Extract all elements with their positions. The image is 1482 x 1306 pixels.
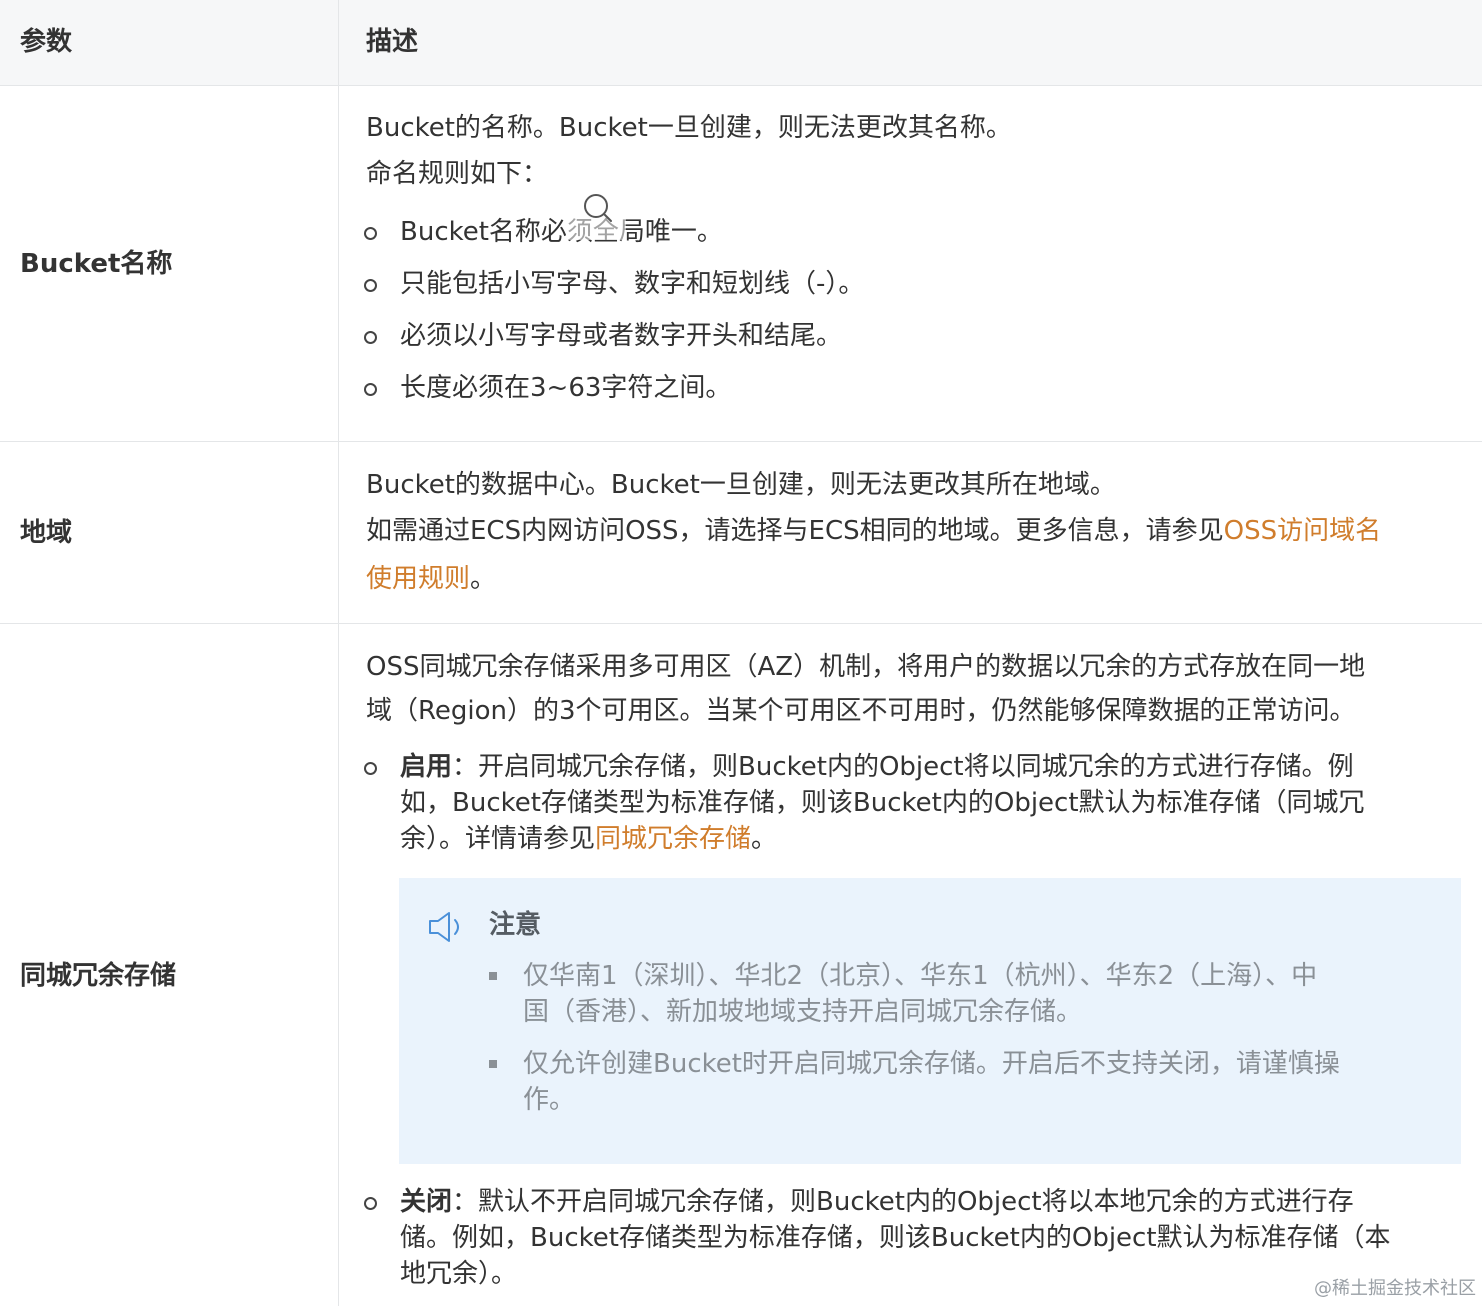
speaker-icon	[427, 910, 467, 944]
desc-text: 域（Region）的3个可用区。当某个可用区不可用时，仍然能够保障数据的正常访问…	[366, 696, 1356, 726]
list-item-cont: 地冗余）。	[400, 1259, 518, 1289]
watermark: @稀土掘金技术社区	[1314, 1278, 1476, 1299]
desc-text: 命名规则如下：	[366, 159, 549, 189]
desc-text: 如需通过ECS内网访问OSS，请选择与ECS相同的地域。更多信息，请参见OSS访…	[366, 516, 1382, 546]
note-item: 仅允许创建Bucket时开启同城冗余存储。开启后不支持关闭，请谨慎操	[523, 1049, 1340, 1079]
list-bullet	[364, 383, 377, 396]
note-item: 仅华南1（深圳）、华北2（北京）、华东1（杭州）、华东2（上海）、中	[523, 961, 1318, 991]
header-param: 参数	[20, 27, 73, 57]
oss-domain-link[interactable]: OSS访问域名	[1224, 516, 1381, 546]
list-item: Bucket名称必须全局唯一。	[400, 217, 723, 247]
desc-text: Bucket的名称。Bucket一旦创建，则无法更改其名称。	[366, 113, 1012, 143]
column-divider	[338, 0, 339, 1306]
list-item: 只能包括小写字母、数字和短划线（-）。	[400, 269, 865, 299]
row-divider	[0, 441, 1482, 442]
list-item: 长度必须在3~63字符之间。	[400, 373, 732, 403]
parameter-table: 参数 描述 Bucket名称 Bucket的名称。Bucket一旦创建，则无法更…	[0, 0, 1482, 1306]
list-bullet	[364, 227, 377, 240]
desc-text: OSS同城冗余存储采用多可用区（AZ）机制，将用户的数据以冗余的方式存放在同一地	[366, 652, 1366, 682]
oss-domain-link-cont[interactable]: 使用规则	[366, 564, 470, 594]
list-bullet	[364, 279, 377, 292]
note-item-cont: 国（香港）、新加坡地域支持开启同城冗余存储。	[523, 997, 1083, 1027]
param-region: 地域	[20, 518, 73, 548]
table-header	[0, 0, 1482, 86]
note-callout: 注意 仅华南1（深圳）、华北2（北京）、华东1（杭州）、华东2（上海）、中 国（…	[399, 878, 1461, 1164]
list-item-cont: 余）。详情请参见同城冗余存储。	[400, 824, 778, 854]
list-item: 启用：开启同城冗余存储，则Bucket内的Object将以同城冗余的方式进行存储…	[400, 752, 1354, 782]
desc-text: Bucket的数据中心。Bucket一旦创建，则无法更改其所在地域。	[366, 470, 1116, 500]
header-desc: 描述	[366, 27, 419, 57]
list-bullet	[364, 762, 377, 775]
list-item: 关闭：默认不开启同城冗余存储，则Bucket内的Object将以本地冗余的方式进…	[400, 1187, 1354, 1217]
desc-text: 使用规则。	[366, 564, 497, 594]
note-bullet	[489, 972, 497, 980]
row-divider	[0, 623, 1482, 624]
list-item-cont: 如，Bucket存储类型为标准存储，则该Bucket内的Object默认为标准存…	[400, 788, 1365, 818]
list-bullet	[364, 331, 377, 344]
zoom-icon[interactable]	[566, 180, 626, 240]
note-bullet	[489, 1060, 497, 1068]
note-item-cont: 作。	[523, 1085, 576, 1115]
zrs-link[interactable]: 同城冗余存储	[595, 824, 751, 854]
list-item: 必须以小写字母或者数字开头和结尾。	[400, 321, 843, 351]
param-bucket-name: Bucket名称	[20, 249, 173, 279]
list-bullet	[364, 1197, 377, 1210]
param-zrs: 同城冗余存储	[20, 961, 177, 991]
list-item-cont: 储。例如，Bucket存储类型为标准存储，则该Bucket内的Object默认为…	[400, 1223, 1391, 1253]
note-title: 注意	[489, 910, 542, 940]
